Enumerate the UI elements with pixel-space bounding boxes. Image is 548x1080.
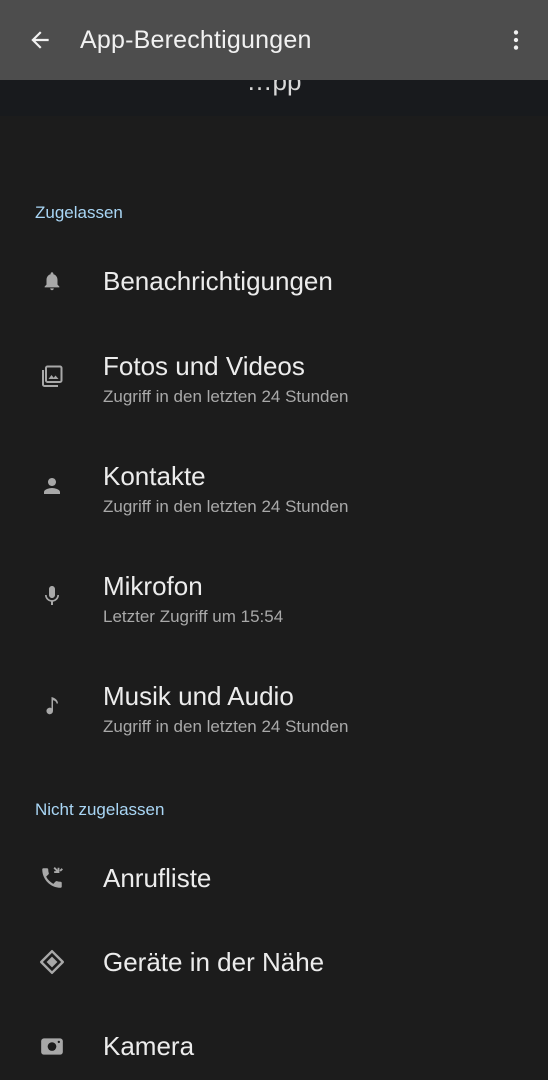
permission-item-microphone[interactable]: Mikrofon Letzter Zugriff um 15:54	[0, 555, 548, 639]
section-header-allowed: Zugelassen	[35, 203, 123, 222]
permission-item-contacts[interactable]: Kontakte Zugriff in den letzten 24 Stund…	[0, 445, 548, 529]
more-options-button[interactable]	[494, 18, 538, 62]
camera-icon	[37, 1031, 67, 1061]
permission-item-photos[interactable]: Fotos und Videos Zugriff in den letzten …	[0, 335, 548, 419]
permission-label: Kontakte	[103, 461, 206, 491]
permission-label: Mikrofon	[103, 571, 203, 601]
back-button[interactable]	[18, 18, 62, 62]
person-icon	[37, 471, 67, 501]
permission-item-camera[interactable]: Kamera	[0, 1015, 548, 1079]
page-title: App-Berechtigungen	[80, 25, 312, 54]
permission-item-nearby-devices[interactable]: Geräte in der Nähe	[0, 931, 548, 995]
permission-sublabel: Zugriff in den letzten 24 Stunden	[103, 497, 349, 516]
app-name-peek: …pp	[246, 80, 302, 96]
photos-icon	[37, 361, 67, 391]
scrolled-header-strip: …pp	[0, 80, 548, 116]
permission-item-notifications[interactable]: Benachrichtigungen	[0, 250, 548, 314]
microphone-icon	[37, 581, 67, 611]
nearby-devices-icon	[37, 947, 67, 977]
permission-label: Benachrichtigungen	[103, 266, 333, 296]
app-bar: App-Berechtigungen	[0, 0, 548, 80]
more-vert-icon	[503, 27, 529, 53]
arrow-left-icon	[27, 27, 53, 53]
permission-label: Kamera	[103, 1031, 195, 1061]
bell-icon	[37, 266, 67, 296]
call-log-icon	[37, 863, 67, 893]
music-note-icon	[37, 691, 67, 721]
permission-label: Musik und Audio	[103, 681, 294, 711]
permission-item-call-log[interactable]: Anrufliste	[0, 847, 548, 911]
permission-label: Anrufliste	[103, 863, 212, 893]
permission-label: Geräte in der Nähe	[103, 947, 325, 977]
permission-sublabel: Letzter Zugriff um 15:54	[103, 607, 284, 626]
section-header-not-allowed: Nicht zugelassen	[35, 800, 165, 819]
permission-item-music[interactable]: Musik und Audio Zugriff in den letzten 2…	[0, 665, 548, 749]
permission-label: Fotos und Videos	[103, 351, 305, 381]
permission-sublabel: Zugriff in den letzten 24 Stunden	[103, 387, 349, 406]
permission-sublabel: Zugriff in den letzten 24 Stunden	[103, 717, 349, 736]
